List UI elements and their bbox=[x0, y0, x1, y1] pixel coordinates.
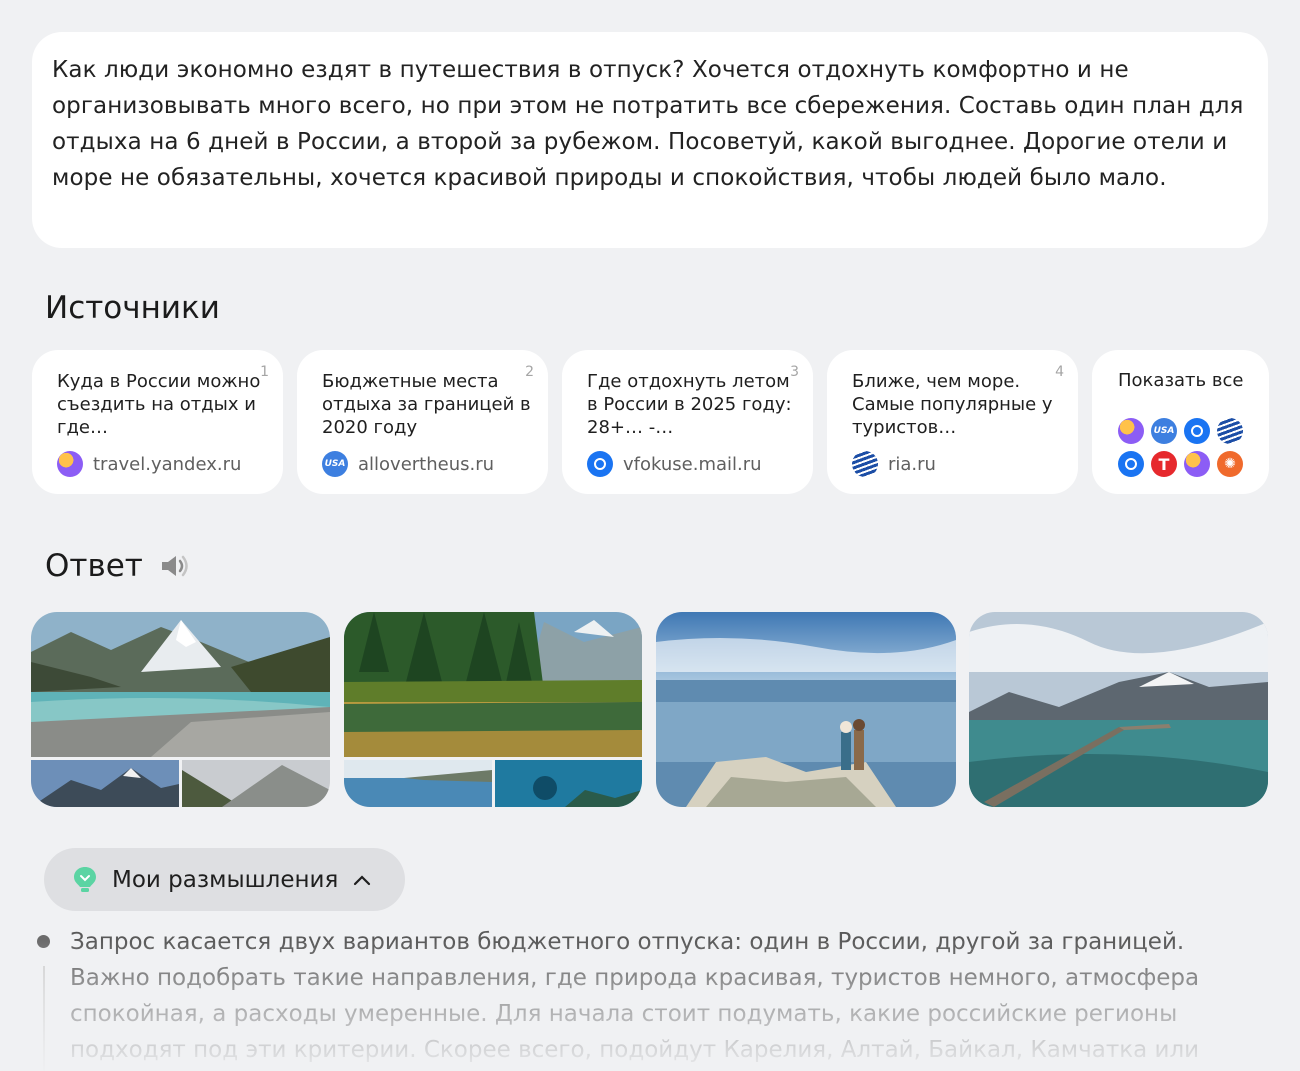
yandex-travel-icon bbox=[57, 451, 83, 477]
ria-icon bbox=[1217, 418, 1243, 444]
baikal-couple-image[interactable] bbox=[656, 612, 956, 807]
source-number: 2 bbox=[525, 364, 534, 380]
mountain-pier-image[interactable] bbox=[969, 612, 1268, 807]
source-title: Где отдохнуть летом в России в 2025 году… bbox=[587, 371, 792, 438]
mail-focus-icon bbox=[587, 451, 613, 477]
answer-heading: Ответ bbox=[45, 548, 191, 584]
source-card-3[interactable]: 3 Где отдохнуть летом в России в 2025 го… bbox=[562, 350, 813, 494]
source-card-4[interactable]: 4 Ближе, чем море. Самые популярные у ту… bbox=[827, 350, 1078, 494]
lightbulb-icon bbox=[72, 865, 98, 895]
mountain-lake-image bbox=[31, 612, 330, 757]
source-domain: ria.ru bbox=[852, 451, 936, 477]
thinking-text: Запрос касается двух вариантов бюджетног… bbox=[70, 929, 1200, 1063]
mountain-peak-image bbox=[31, 760, 179, 807]
usa-icon: USA bbox=[322, 451, 348, 477]
answer-title: Ответ bbox=[45, 548, 143, 584]
forest-lake-image bbox=[344, 612, 642, 757]
sources-list: 1 Куда в России можно съездить на отдых … bbox=[32, 350, 1269, 494]
valley-image bbox=[182, 760, 330, 807]
source-domain: travel.yandex.ru bbox=[57, 451, 241, 477]
source-card-2[interactable]: 2 Бюджетные места отдыха за границей в 2… bbox=[297, 350, 548, 494]
source-number: 4 bbox=[1055, 364, 1064, 380]
speaker-icon[interactable] bbox=[159, 552, 191, 580]
thought-bullet bbox=[37, 935, 50, 948]
chevron-up-icon bbox=[352, 873, 372, 887]
palm-icon: ✺ bbox=[1217, 451, 1243, 477]
source-title: Куда в России можно съездить на отдых и … bbox=[57, 371, 261, 438]
source-number: 3 bbox=[790, 364, 799, 380]
user-query-text: Как люди экономно ездят в путешествия в … bbox=[52, 57, 1244, 191]
usa-icon: USA bbox=[1151, 418, 1177, 444]
source-domain-text: ria.ru bbox=[888, 453, 936, 475]
source-domain-text: travel.yandex.ru bbox=[93, 453, 242, 475]
yandex-travel-icon bbox=[1184, 451, 1210, 477]
thinking-label: Мои размышления bbox=[112, 866, 339, 893]
source-number: 1 bbox=[260, 364, 269, 380]
t-journal-icon: T bbox=[1151, 451, 1177, 477]
source-title: Бюджетные места отдыха за границей в 202… bbox=[322, 371, 531, 438]
mail-focus-icon bbox=[1184, 418, 1210, 444]
thought-rail bbox=[43, 966, 45, 1071]
source-favicons-grid: USA T ✺ bbox=[1118, 418, 1243, 477]
show-all-label: Показать все bbox=[1118, 370, 1244, 391]
image-group-2[interactable] bbox=[344, 612, 642, 807]
sources-heading: Источники bbox=[45, 290, 220, 326]
ria-icon bbox=[852, 451, 878, 477]
lake-shore-image bbox=[344, 760, 492, 807]
source-title: Ближе, чем море. Самые популярные у тури… bbox=[852, 371, 1053, 438]
show-all-sources-button[interactable]: Показать все USA T ✺ bbox=[1092, 350, 1269, 494]
yandex-travel-icon bbox=[1118, 418, 1144, 444]
thinking-toggle-button[interactable]: Мои размышления bbox=[44, 848, 405, 911]
user-query-bubble: Как люди экономно ездят в путешествия в … bbox=[32, 32, 1268, 248]
sources-title: Источники bbox=[45, 290, 220, 326]
source-domain: vfokuse.mail.ru bbox=[587, 451, 762, 477]
source-domain: USA allovertheus.ru bbox=[322, 451, 494, 477]
source-domain-text: allovertheus.ru bbox=[358, 453, 495, 475]
source-domain-text: vfokuse.mail.ru bbox=[623, 453, 762, 475]
source-card-1[interactable]: 1 Куда в России можно съездить на отдых … bbox=[32, 350, 283, 494]
underwater-image bbox=[495, 760, 642, 807]
image-group-1[interactable] bbox=[31, 612, 330, 807]
mail-focus-icon bbox=[1118, 451, 1144, 477]
